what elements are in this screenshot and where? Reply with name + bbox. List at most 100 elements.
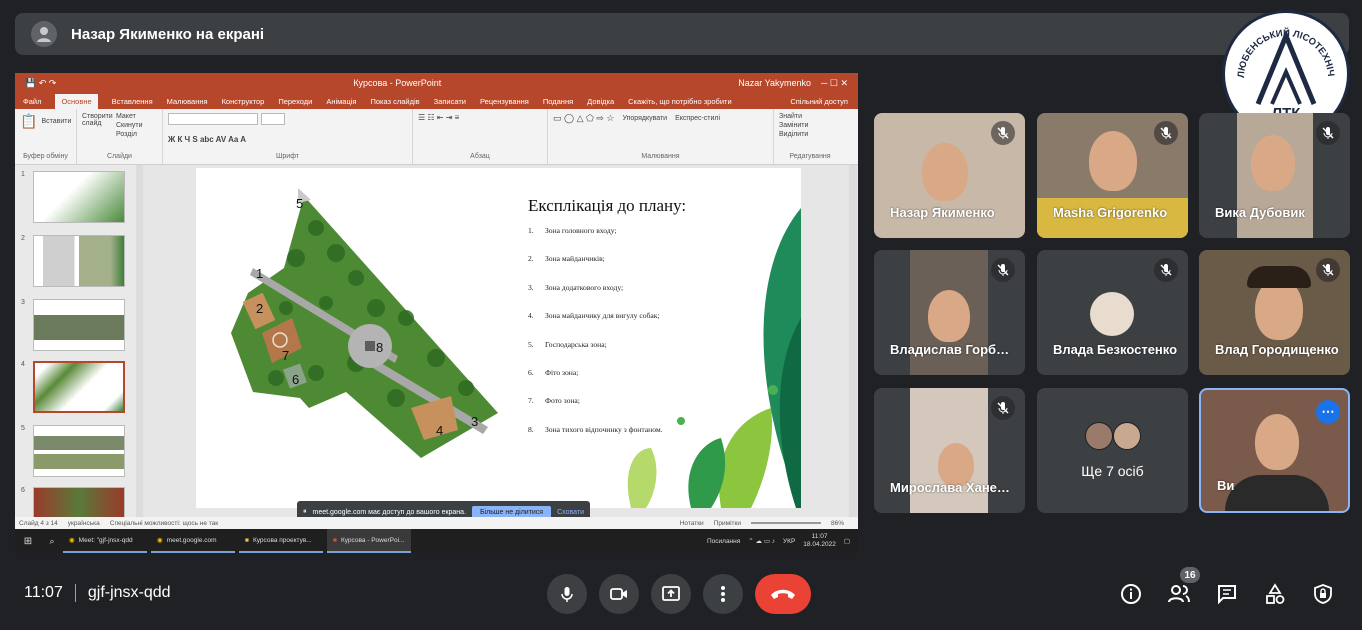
taskbar-item[interactable]: ■ Курсова проектув... (239, 529, 323, 553)
meeting-info: 11:07 gjf-jnsx-qdd (24, 584, 171, 602)
tray-time: 11:07 (811, 533, 828, 541)
paste-icon[interactable]: 📋 (20, 113, 37, 130)
font-format-buttons[interactable]: Ж К Ч S abc AV Aa A (168, 135, 407, 144)
slide-thumb[interactable] (33, 235, 125, 287)
participant-tile[interactable]: Влада Безкостенко (1037, 250, 1188, 375)
ribbon-tab[interactable]: Анімація (326, 97, 356, 106)
present-icon (662, 586, 680, 601)
status-accessibility[interactable]: Спеціальні можливості: щось не так (110, 520, 218, 527)
tray-icons[interactable]: ⌃ ☁ ▭ ♪ (748, 537, 775, 545)
ppt-workspace: 1 2 3 4 5 6 1 2 3 4 5 6 7 8 Експлікація … (15, 165, 858, 539)
shapes-gallery[interactable]: ▭ ◯ △ ⬠ ⇨ ☆ (553, 113, 614, 124)
ribbon-tab[interactable]: Вставлення (112, 97, 153, 106)
chat-icon (1218, 585, 1236, 605)
activities-button[interactable] (1263, 582, 1287, 606)
arrange-button[interactable]: Упорядкувати (622, 115, 667, 122)
item-number: 6. (528, 367, 534, 377)
find-button[interactable]: Знайти (779, 113, 841, 120)
slide-list-item: 2. Зона майданчиків; (528, 254, 663, 282)
chat-button[interactable] (1215, 582, 1239, 606)
tray-links-label[interactable]: Посилання (707, 538, 740, 545)
slide-thumb[interactable] (33, 299, 125, 351)
mic-off-icon (991, 396, 1015, 420)
tray-date: 18.04.2022 (803, 541, 836, 548)
ribbon-tab[interactable]: Переходи (278, 97, 312, 106)
hide-banner-button[interactable]: Сховати (557, 509, 584, 516)
font-name-select[interactable] (168, 113, 258, 125)
ppt-window-controls[interactable]: ─ ☐ ✕ (821, 78, 848, 89)
folder-icon: ■ (245, 536, 249, 544)
participant-name: Влад Городищенко (1215, 342, 1339, 357)
microphone-button[interactable] (547, 574, 587, 614)
ribbon-tab[interactable]: Файл (23, 97, 41, 106)
share-banner-text: meet.google.com має доступ до вашого екр… (312, 508, 467, 516)
divider (74, 584, 76, 602)
notifications-icon[interactable]: ▢ (844, 537, 850, 545)
ribbon-tab[interactable]: Основне (55, 93, 98, 109)
font-size-select[interactable] (261, 113, 285, 125)
presenter-title: Назар Якименко на екрані (71, 25, 265, 43)
thumb-scrollbar[interactable] (136, 165, 143, 517)
notes-button[interactable]: Нотатки (680, 520, 704, 527)
ribbon-tab[interactable]: Подання (543, 97, 573, 106)
participant-tile[interactable]: Владислав Горбенко (874, 250, 1025, 375)
more-options-button[interactable] (703, 574, 743, 614)
search-icon[interactable]: ⌕ (41, 536, 63, 547)
current-slide[interactable]: 1 2 3 4 5 6 7 8 Експлікація до плану: 1.… (196, 168, 801, 508)
ppt-statusbar: Слайд 4 з 14 українська Спеціальні можли… (15, 517, 858, 529)
ribbon-tab[interactable]: Малювання (167, 97, 208, 106)
meeting-details-button[interactable] (1119, 582, 1143, 606)
select-button[interactable]: Виділити (779, 131, 841, 138)
ribbon-group-drawing: ▭ ◯ △ ⬠ ⇨ ☆ Упорядкувати Експрес-стилі М… (548, 109, 774, 164)
ribbon-tab[interactable]: Довідка (587, 97, 614, 106)
participant-name: Влада Безкостенко (1053, 342, 1178, 357)
participant-tile[interactable]: Вика Дубовик (1199, 113, 1350, 238)
more-vert-icon (721, 586, 725, 602)
status-language[interactable]: українська (68, 520, 100, 527)
paragraph-buttons[interactable]: ☰ ☷ ⇤ ⇥ ≡ (418, 113, 542, 122)
comments-button[interactable]: Примітки (714, 520, 741, 527)
host-controls-button[interactable] (1311, 582, 1335, 606)
leave-call-button[interactable] (755, 574, 811, 614)
tell-me-search[interactable]: Скажіть, що потрібно зробити (628, 97, 732, 106)
slide-thumb[interactable] (33, 171, 125, 223)
zoom-slider[interactable] (750, 522, 821, 524)
slide-list-item: 1. Зона головного входу; (528, 226, 663, 254)
participant-tile[interactable]: Мирослава Ханенко (874, 388, 1025, 513)
taskbar-item[interactable]: ◉ meet.google.com (151, 529, 235, 553)
ribbon-tab[interactable]: Записати (434, 97, 466, 106)
participant-tile[interactable]: Назар Якименко (874, 113, 1025, 238)
slide-thumb-selected[interactable] (33, 361, 125, 413)
reset-button[interactable]: Скинути (116, 122, 143, 129)
slide-scrollbar[interactable] (849, 165, 857, 517)
zoom-level[interactable]: 86% (831, 520, 858, 527)
ppt-quick-access[interactable]: 💾 ↶ ↷ (25, 78, 56, 89)
tray-language[interactable]: УКР (783, 538, 795, 545)
section-button[interactable]: Розділ (116, 131, 143, 138)
item-text: Господарська зона; (545, 339, 607, 349)
camera-button[interactable] (599, 574, 639, 614)
layout-button[interactable]: Макет (116, 113, 143, 120)
new-slide-button[interactable]: Створити слайд (82, 113, 113, 138)
more-options-icon[interactable]: ⋯ (1316, 400, 1340, 424)
people-button[interactable] (1167, 582, 1191, 606)
slide-title: Експлікація до плану: (528, 196, 687, 215)
participant-tile[interactable]: Влад Городищенко (1199, 250, 1350, 375)
paste-button[interactable]: Вставити (41, 118, 71, 125)
ribbon-tab[interactable]: Рецензування (480, 97, 529, 106)
windows-start-icon[interactable]: ⊞ (15, 536, 41, 547)
system-tray: Посилання ⌃ ☁ ▭ ♪ УКР 11:07 18.04.2022 ▢ (707, 533, 858, 549)
slide-thumb[interactable] (33, 425, 125, 477)
present-screen-button[interactable] (651, 574, 691, 614)
more-participants-tile[interactable]: Ще 7 осіб (1037, 388, 1188, 513)
replace-button[interactable]: Замінити (779, 122, 841, 129)
share-button[interactable]: Спільний доступ (790, 97, 858, 106)
quick-styles-button[interactable]: Експрес-стилі (675, 115, 720, 122)
ribbon-tab[interactable]: Показ слайдів (370, 97, 419, 106)
ribbon-group-clipboard: 📋 Вставити Буфер обміну (15, 109, 77, 164)
taskbar-item-active[interactable]: ■ Курсова - PowerPoi... (327, 529, 411, 553)
taskbar-item[interactable]: ◉ Meet: "gjf-jnsx-qdd (63, 529, 147, 553)
self-tile[interactable]: ⋯ Ви (1199, 388, 1350, 513)
ribbon-tab[interactable]: Конструктор (222, 97, 265, 106)
participant-tile[interactable]: Masha Grigorenko (1037, 113, 1188, 238)
